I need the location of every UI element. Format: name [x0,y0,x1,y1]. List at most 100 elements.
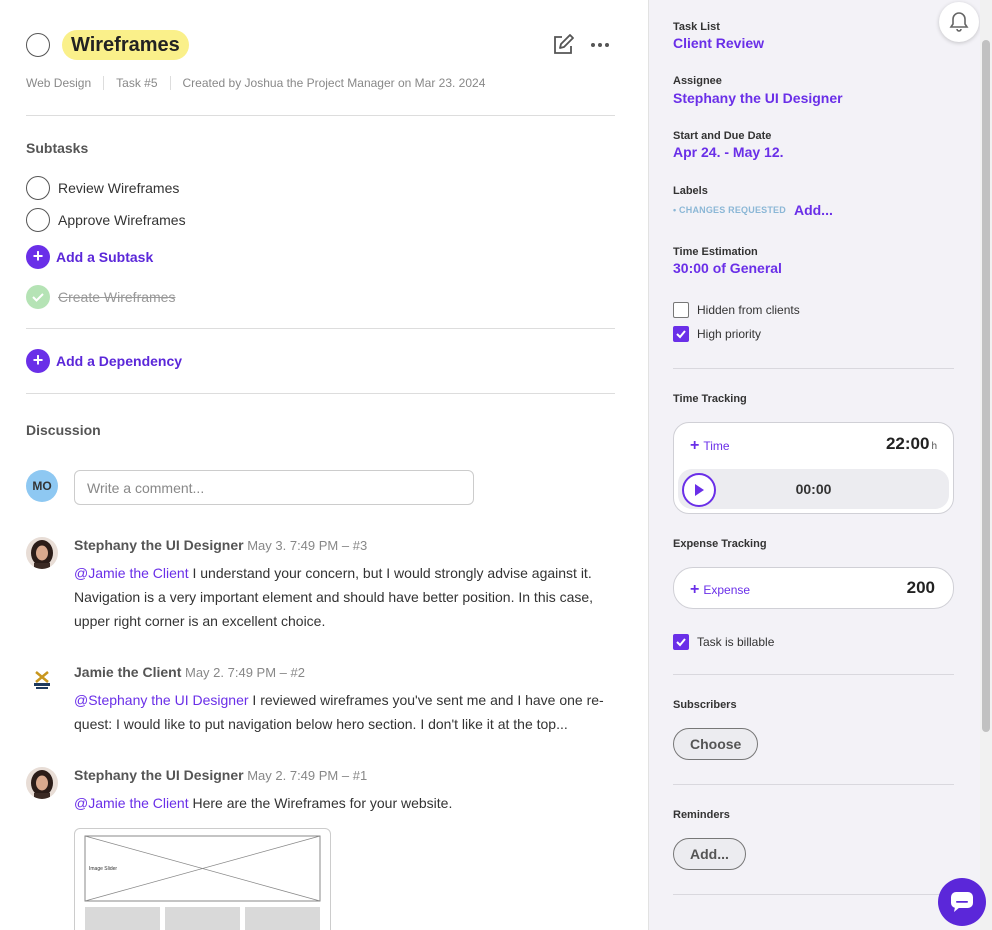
time-tracking-label: Time Tracking [673,393,747,405]
subtask-item: Approve Wireframes [26,208,186,232]
add-subtask-button[interactable]: + Add a Subtask [26,245,153,269]
expense-tracking-label: Expense Tracking [673,538,767,550]
subtask-label[interactable]: Review Wireframes [58,180,179,196]
attachment-caption: Image Slider [89,866,118,872]
checkbox-label: High priority [697,327,762,341]
add-dependency-button[interactable]: + Add a Dependency [26,349,182,373]
mention-link[interactable]: @Jamie the Client [74,795,189,811]
project-name[interactable]: Web Design [26,76,91,90]
label-chip[interactable]: • CHANGES REQUESTED [673,205,786,215]
comment-body: @Stephany the UI Designer I reviewed wir… [74,688,614,736]
comment-timestamp: May 2. 7:49 PM – #2 [185,665,305,680]
expense-amount: 200 [906,578,935,597]
add-reminder-button[interactable]: Add... [673,838,746,870]
scrollbar-thumb[interactable] [982,40,990,732]
chat-icon[interactable] [938,878,986,926]
checkbox[interactable] [673,302,689,318]
more-options-icon[interactable] [590,34,610,56]
subtask-complete-toggle[interactable] [26,208,50,232]
assignee-label: Assignee [673,75,722,87]
client-logo-icon [26,664,58,696]
labels-row: • CHANGES REQUESTED Add... [673,202,833,218]
comment-author[interactable]: Stephany the UI Designer [74,537,244,553]
comment-timestamp: May 3. 7:49 PM – #3 [247,538,368,553]
timer-bar: 00:00 [678,469,949,509]
dates-value[interactable]: Apr 24. - May 12. [673,144,784,160]
comment-header: Stephany the UI Designer May 3. 7:49 PM … [74,537,367,553]
task-title[interactable]: Wireframes [62,30,189,60]
divider [673,894,954,895]
wireframe-thumbnail [84,835,321,930]
check-icon[interactable] [26,285,50,309]
subtask-label[interactable]: Approve Wireframes [58,212,186,228]
subtask-complete-toggle[interactable] [26,176,50,200]
divider [169,76,171,90]
choose-subscribers-button[interactable]: Choose [673,728,759,760]
labels-label: Labels [673,185,708,197]
plus-icon: + [26,349,50,373]
divider [673,368,954,369]
add-expense-button[interactable]: + Expense [690,581,750,599]
comment-author[interactable]: Jamie the Client [74,664,181,680]
comment-input[interactable] [74,470,474,505]
comment: Stephany the UI Designer May 2. 7:49 PM … [26,767,606,827]
scrollbar[interactable] [980,0,992,930]
high-priority-checkbox[interactable]: High priority [673,326,761,342]
divider [673,674,954,675]
time-unit: h [931,441,937,452]
estimation-value[interactable]: 30:00 of General [673,260,782,276]
time-tracking-card: + Time 22:00 h 00:00 [673,422,954,514]
comment: Stephany the UI Designer May 3. 7:49 PM … [26,537,606,637]
expense-tracking-card: + Expense 200 [673,567,954,609]
time-total: 22:00 h [886,434,937,454]
subtasks-heading: Subtasks [26,140,89,156]
subtask-item: Review Wireframes [26,176,179,200]
checkbox-label: Hidden from clients [697,303,800,317]
task-list-label: Task List [673,21,720,33]
divider [26,328,615,329]
discussion-heading: Discussion [26,422,101,438]
dates-label: Start and Due Date [673,130,772,142]
comment-body: @Jamie the Client Here are the Wireframe… [74,791,614,815]
add-label-button[interactable]: Add... [794,202,833,218]
checkbox[interactable] [673,634,689,650]
avatar [26,767,58,799]
subscribers-label: Subscribers [673,699,737,711]
complete-task-toggle[interactable] [26,33,50,57]
comment-text: Here are the Wireframes for your website… [188,795,453,811]
task-sidebar: Task List Client Review Assignee Stephan… [648,0,992,930]
task-detail-main: Wireframes Web Design Task #5 Created by… [0,0,648,930]
checkbox[interactable] [673,326,689,342]
add-time-label: Time [703,439,730,453]
billable-checkbox[interactable]: Task is billable [673,634,774,650]
task-number: Task #5 [116,76,158,90]
reminders-label: Reminders [673,809,730,821]
wireframe-attachment[interactable]: Image Slider [74,828,331,930]
divider [26,115,615,116]
plus-icon: + [690,437,700,454]
hidden-from-clients-checkbox[interactable]: Hidden from clients [673,302,800,318]
plus-icon: + [26,245,50,269]
divider [103,76,105,90]
comment-header: Stephany the UI Designer May 2. 7:49 PM … [74,767,367,783]
comment: Jamie the Client May 2. 7:49 PM – #2 @St… [26,664,606,734]
comment-author[interactable]: Stephany the UI Designer [74,767,244,783]
add-time-button[interactable]: + Time [690,437,730,455]
title-row: Wireframes [26,30,616,62]
add-expense-label: Expense [703,583,751,597]
subtask-label[interactable]: Create Wireframes [58,289,175,305]
add-dependency-label: Add a Dependency [56,353,183,369]
edit-icon[interactable] [552,34,574,56]
task-meta: Web Design Task #5 Created by Joshua the… [26,76,485,90]
bell-icon[interactable] [939,2,979,42]
divider [26,393,615,394]
task-list-value[interactable]: Client Review [673,35,764,51]
comment-header: Jamie the Client May 2. 7:49 PM – #2 [74,664,305,680]
assignee-value[interactable]: Stephany the UI Designer [673,90,843,106]
avatar: MO [26,470,58,502]
timer-display: 00:00 [795,481,832,497]
mention-link[interactable]: @Stephany the UI Designer [74,692,249,708]
add-subtask-label: Add a Subtask [56,249,154,265]
mention-link[interactable]: @Jamie the Client [74,565,189,581]
avatar [26,537,58,569]
